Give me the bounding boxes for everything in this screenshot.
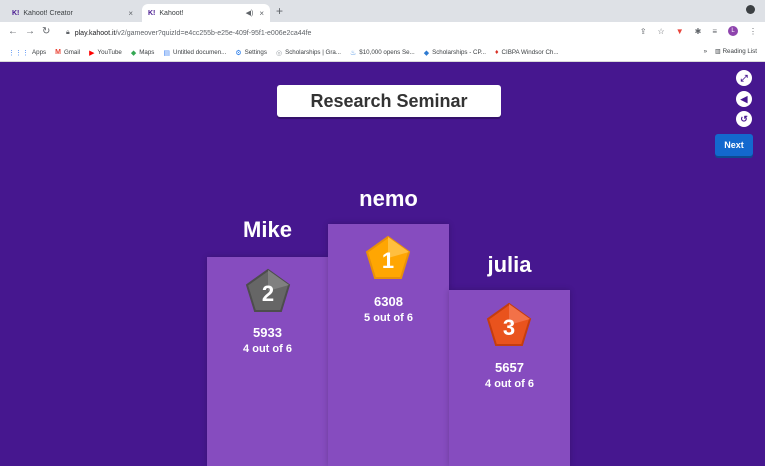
bookmark-gmail[interactable]: M Gmail: [55, 49, 80, 56]
close-icon[interactable]: ×: [259, 9, 264, 18]
tab-title: Kahoot!: [159, 9, 184, 17]
docs-icon: ▤: [163, 49, 170, 57]
kahoot-favicon-icon: K!: [12, 9, 20, 17]
more-bookmarks-button[interactable]: »: [704, 48, 707, 55]
third-place-score: 5657: [495, 360, 524, 375]
flag-icon: ♦: [494, 49, 499, 56]
first-place-name: nemo: [359, 186, 418, 211]
tab-kahoot-creator[interactable]: K! Kahoot! Creator ×: [6, 4, 139, 22]
first-place-medal-icon: 1: [365, 235, 411, 279]
bookmarks-right: » ▥ Reading List: [704, 48, 757, 55]
second-place-name: Mike: [243, 217, 292, 242]
tab-search-icon[interactable]: [746, 5, 755, 14]
youtube-icon: ▶: [89, 49, 95, 57]
reload-icon[interactable]: ↻: [42, 26, 50, 37]
tab-strip: K! Kahoot! Creator × K! Kahoot! ◀) × +: [0, 0, 765, 22]
extension-icon[interactable]: ▼: [676, 27, 684, 36]
new-tab-button[interactable]: +: [276, 4, 283, 18]
volume-icon[interactable]: ◀: [736, 91, 752, 107]
first-place-score: 6308: [374, 294, 403, 309]
undo-icon[interactable]: ↺: [736, 111, 752, 127]
bookmark-apps[interactable]: ⋮⋮⋮ Apps: [8, 49, 46, 57]
bookmark-untitled-doc[interactable]: ▤ Untitled documen...: [163, 49, 226, 57]
third-place-correct-count: 4 out of 6: [485, 378, 534, 390]
svg-text:1: 1: [382, 248, 394, 273]
speaker-icon[interactable]: ◀): [246, 9, 254, 17]
tab-title: Kahoot! Creator: [23, 9, 73, 17]
tab-kahoot[interactable]: K! Kahoot! ◀) ×: [142, 4, 270, 22]
svg-text:3: 3: [503, 315, 515, 340]
bookmark-youtube[interactable]: ▶ YouTube: [89, 49, 122, 57]
back-icon[interactable]: ←: [8, 26, 18, 37]
third-place-name: julia: [487, 252, 532, 277]
reading-list-icon: ▥: [715, 48, 723, 55]
address-bar[interactable]: 🔒︎ play.kahoot.it /v2/gameover?quizId=e4…: [62, 25, 662, 41]
bookmark-scholarships-gra[interactable]: ◎ Scholarships | Gra...: [276, 49, 341, 57]
bookmarks-bar: ⋮⋮⋮ Apps M Gmail ▶ YouTube ◆ Maps ▤ Untitled …: [0, 44, 765, 62]
apps-grid-icon: ⋮⋮⋮: [8, 49, 29, 57]
quiz-title: Research Seminar: [277, 85, 501, 117]
bookmark-scholarships-cp[interactable]: ◆ Scholarships - CP...: [424, 49, 486, 57]
podium-third-place: 3 5657 4 out of 6: [449, 290, 570, 466]
second-place-score: 5933: [253, 325, 282, 340]
browser-toolbar: ← → ↻ 🔒︎ play.kahoot.it /v2/gameover?qui…: [0, 22, 765, 44]
browser-window: K! Kahoot! Creator × K! Kahoot! ◀) × + ←…: [0, 0, 765, 466]
second-place-medal-icon: 2: [245, 268, 291, 312]
gmail-icon: M: [55, 49, 61, 56]
globe-icon: ◎: [275, 49, 283, 57]
site-icon: ♨: [350, 49, 357, 57]
next-button[interactable]: Next: [715, 134, 753, 156]
diamond-icon: ◆: [423, 49, 430, 57]
toolbar-icons: ⇪ ☆ ▼ ✱ ≡ L ⋮: [640, 26, 757, 36]
lock-icon: 🔒︎: [66, 29, 70, 36]
media-queue-icon[interactable]: ≡: [712, 27, 717, 36]
profile-avatar[interactable]: L: [728, 26, 738, 36]
bookmark-maps[interactable]: ◆ Maps: [131, 49, 155, 57]
maps-icon: ◆: [130, 49, 137, 57]
podium-first-place: 1 6308 5 out of 6: [328, 224, 449, 466]
gear-icon: ⚙: [235, 49, 242, 57]
podium-second-place: 2 5933 4 out of 6: [207, 257, 328, 466]
second-place-correct-count: 4 out of 6: [243, 343, 292, 355]
share-icon[interactable]: ⇪: [640, 27, 647, 36]
url-host: play.kahoot.it: [74, 29, 116, 37]
kahoot-favicon-icon: K!: [148, 9, 156, 17]
close-icon[interactable]: ×: [128, 9, 133, 18]
svg-text:2: 2: [262, 281, 274, 306]
url-path: /v2/gameover?quizId=e4cc255b-e25e-409f-9…: [115, 29, 312, 37]
forward-icon[interactable]: →: [25, 26, 35, 37]
bookmark-star-icon[interactable]: ☆: [658, 27, 665, 36]
puzzle-icon[interactable]: ✱: [695, 27, 702, 36]
bookmark-cibpa[interactable]: ♦ CIBPA Windsor Ch...: [495, 49, 559, 56]
reading-list-button[interactable]: ▥ Reading List: [715, 48, 757, 55]
third-place-medal-icon: 3: [486, 302, 532, 346]
bookmark-settings[interactable]: ⚙ Settings: [235, 49, 267, 57]
kahoot-podium-stage: Research Seminar ⤢ ◀ ↺ Next Mike nemo ju…: [0, 62, 765, 466]
menu-icon[interactable]: ⋮: [749, 27, 757, 36]
first-place-correct-count: 5 out of 6: [364, 312, 413, 324]
bookmark-10000-opens[interactable]: ♨ $10,000 opens Se...: [350, 49, 415, 57]
fullscreen-icon[interactable]: ⤢: [736, 70, 752, 86]
